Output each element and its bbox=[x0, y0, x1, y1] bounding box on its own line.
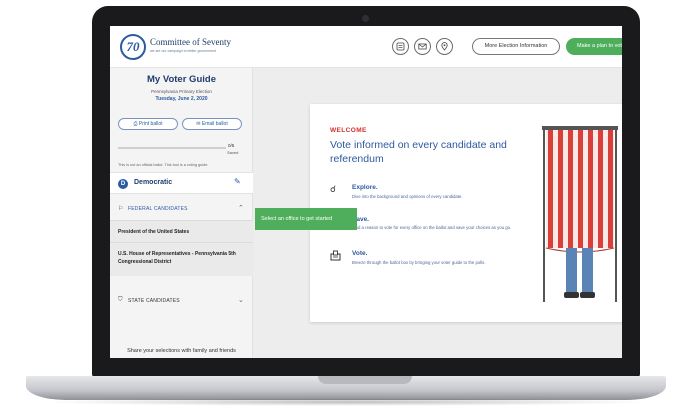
chevron-down-icon: ⌄ bbox=[238, 297, 244, 304]
flag-icon: ⚐ bbox=[118, 206, 124, 212]
office-item-president[interactable]: President of the United States bbox=[110, 220, 253, 242]
step-title: Explore. bbox=[352, 184, 378, 191]
state-candidates-label: STATE CANDIDATES bbox=[128, 298, 180, 304]
pencil-icon[interactable]: ✎ bbox=[234, 177, 241, 186]
voting-booth-illustration bbox=[542, 126, 618, 302]
laptop-notch bbox=[318, 376, 412, 384]
print-ballot-label: Print ballot bbox=[138, 121, 163, 127]
progress-saved-label: Saved bbox=[227, 150, 239, 155]
state-candidates-header[interactable]: ⛉ STATE CANDIDATES ⌄ bbox=[110, 290, 253, 312]
election-date: Tuesday, June 2, 2020 bbox=[155, 96, 208, 102]
office-label: President of the United States bbox=[118, 229, 190, 235]
chevron-up-icon: ⌃ bbox=[238, 205, 244, 212]
step-description: Breeze through the ballot box by bringin… bbox=[352, 260, 486, 265]
progress-bar bbox=[118, 147, 226, 149]
laptop-screen: 70 Committee of Seventy we are our campa… bbox=[110, 26, 622, 358]
ballot-disclaimer: This is not an official ballot. This too… bbox=[118, 163, 209, 167]
office-item-us-house[interactable]: U.S. House of Representatives - Pennsylv… bbox=[110, 242, 253, 276]
make-a-plan-button[interactable]: Make a plan to vote bbox=[566, 38, 622, 55]
sidebar-title: My Voter Guide bbox=[147, 74, 216, 85]
logo-name[interactable]: Committee of Seventy bbox=[150, 37, 231, 47]
email-ballot-button[interactable]: ✉ Email ballot bbox=[182, 118, 242, 130]
step-description: Find a reason to vote for every office o… bbox=[352, 225, 512, 230]
federal-candidates-label: FEDERAL CANDIDATES bbox=[128, 206, 188, 212]
logo-tagline: we are our campaign to better government bbox=[150, 49, 216, 53]
app-header: 70 Committee of Seventy we are our campa… bbox=[110, 26, 622, 68]
share-selections-text: Share your selections with family and fr… bbox=[127, 348, 236, 354]
explore-icon: ☌ bbox=[330, 184, 337, 194]
welcome-label: WELCOME bbox=[330, 127, 367, 134]
email-ballot-label: Email ballot bbox=[201, 121, 228, 127]
location-pin-icon[interactable] bbox=[436, 38, 453, 55]
print-ballot-button[interactable]: ⎙ Print ballot bbox=[118, 118, 178, 130]
laptop-base bbox=[26, 376, 666, 400]
camera bbox=[362, 15, 369, 22]
voter-guide-sidebar: My Voter Guide Pennsylvania Primary Elec… bbox=[110, 68, 253, 358]
get-started-tooltip: Select an office to get started bbox=[255, 208, 357, 230]
ballot-box-icon bbox=[330, 250, 341, 263]
party-label: Democratic bbox=[134, 179, 173, 186]
progress-count: 0/5 bbox=[228, 143, 235, 148]
welcome-headline: Vote informed on every candidate and ref… bbox=[330, 139, 507, 165]
shield-icon: ⛉ bbox=[118, 297, 123, 303]
federal-candidates-header[interactable]: ⚐ FEDERAL CANDIDATES ⌃ bbox=[110, 198, 253, 220]
office-label: U.S. House of Representatives - Pennsylv… bbox=[118, 251, 236, 265]
election-name: Pennsylvania Primary Election bbox=[151, 89, 212, 94]
ballot-icon[interactable] bbox=[392, 38, 409, 55]
step-description: Dive into the background and opinions of… bbox=[352, 194, 463, 199]
mail-icon[interactable] bbox=[414, 38, 431, 55]
party-badge: D bbox=[118, 179, 128, 189]
laptop-shadow bbox=[40, 398, 652, 406]
step-title: Vote. bbox=[352, 250, 368, 257]
logo-mark[interactable]: 70 bbox=[120, 34, 146, 60]
party-selector[interactable]: D Democratic ✎ bbox=[110, 172, 253, 194]
more-election-info-button[interactable]: More Election Information bbox=[472, 38, 560, 55]
